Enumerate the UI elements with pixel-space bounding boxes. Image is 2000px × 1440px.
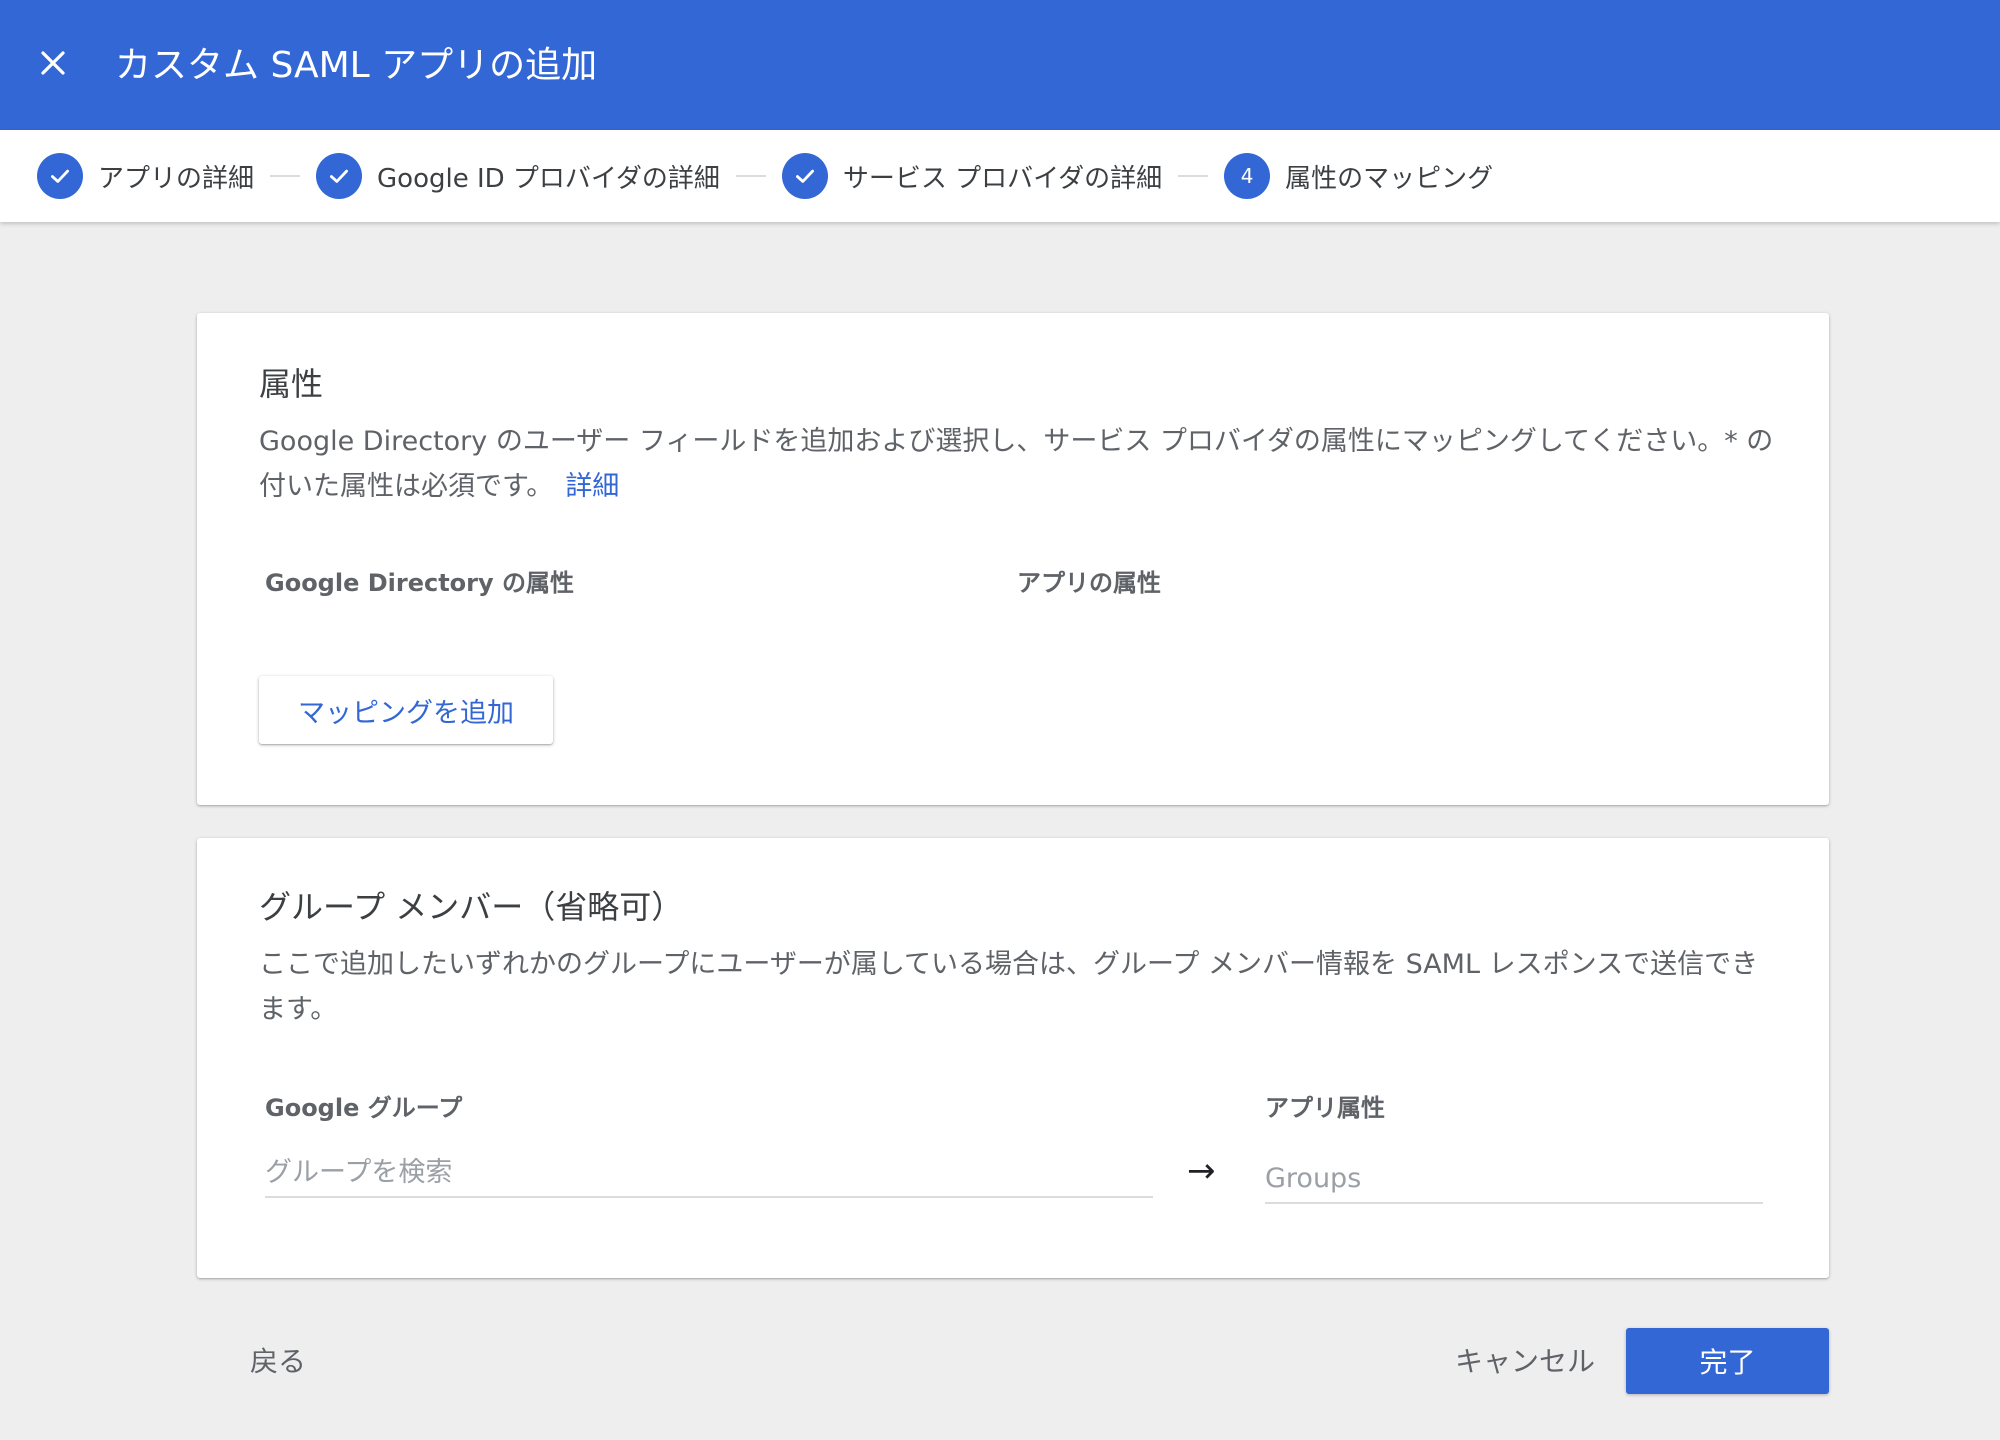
step-attribute-mapping[interactable]: 4 属性のマッピング [1224, 153, 1493, 199]
step-divider [735, 175, 766, 177]
arrow-right-icon: → [1187, 1151, 1216, 1191]
app-attr-field[interactable] [1265, 1154, 1763, 1204]
app-attr-input[interactable] [1265, 1154, 1763, 1202]
add-mapping-button[interactable]: マッピングを追加 [259, 676, 553, 744]
attributes-description-text: Google Directory のユーザー フィールドを追加および選択し、サー… [259, 426, 1774, 502]
stepper: アプリの詳細 Google ID プロバイダの詳細 サービス プロバイダの詳細 … [0, 130, 2000, 222]
step-service-provider-details[interactable]: サービス プロバイダの詳細 [781, 153, 1163, 199]
group-members-title: グループ メンバー（省略可） [259, 888, 684, 926]
group-search-input[interactable] [265, 1148, 1153, 1196]
learn-more-link[interactable]: 詳細 [565, 471, 619, 502]
app-attr-header: アプリ属性 [1265, 1094, 1385, 1122]
app-header: カスタム SAML アプリの追加 [0, 0, 2000, 130]
step-label: アプリの詳細 [98, 163, 255, 194]
google-group-header: Google グループ [265, 1094, 463, 1122]
step-number-badge: 4 [1224, 153, 1271, 199]
attributes-description: Google Directory のユーザー フィールドを追加および選択し、サー… [259, 419, 1779, 509]
google-directory-attribute-header: Google Directory の属性 [265, 569, 574, 597]
done-button[interactable]: 完了 [1626, 1328, 1829, 1394]
check-icon [37, 153, 83, 199]
group-search-field[interactable] [265, 1148, 1153, 1198]
back-button[interactable]: 戻る [250, 1340, 306, 1380]
app-attribute-header: アプリの属性 [1017, 569, 1161, 597]
step-label: 属性のマッピング [1285, 163, 1494, 194]
attributes-card: 属性 Google Directory のユーザー フィールドを追加および選択し… [197, 313, 1829, 805]
group-members-description: ここで追加したいずれかのグループにユーザーが属している場合は、グループ メンバー… [259, 949, 1759, 1025]
close-button[interactable] [30, 40, 76, 86]
check-icon [781, 153, 828, 199]
step-divider [270, 175, 301, 177]
cancel-button[interactable]: キャンセル [1455, 1340, 1595, 1380]
step-google-idp-details[interactable]: Google ID プロバイダの詳細 [316, 153, 720, 199]
step-label: サービス プロバイダの詳細 [842, 163, 1163, 194]
step-label: Google ID プロバイダの詳細 [377, 163, 720, 194]
page-title: カスタム SAML アプリの追加 [115, 45, 598, 86]
attributes-title: 属性 [259, 365, 324, 403]
check-icon [316, 153, 363, 199]
step-divider [1178, 175, 1209, 177]
close-icon [41, 51, 65, 75]
group-members-card: グループ メンバー（省略可） ここで追加したいずれかのグループにユーザーが属して… [197, 838, 1829, 1278]
step-app-details[interactable]: アプリの詳細 [37, 153, 254, 199]
